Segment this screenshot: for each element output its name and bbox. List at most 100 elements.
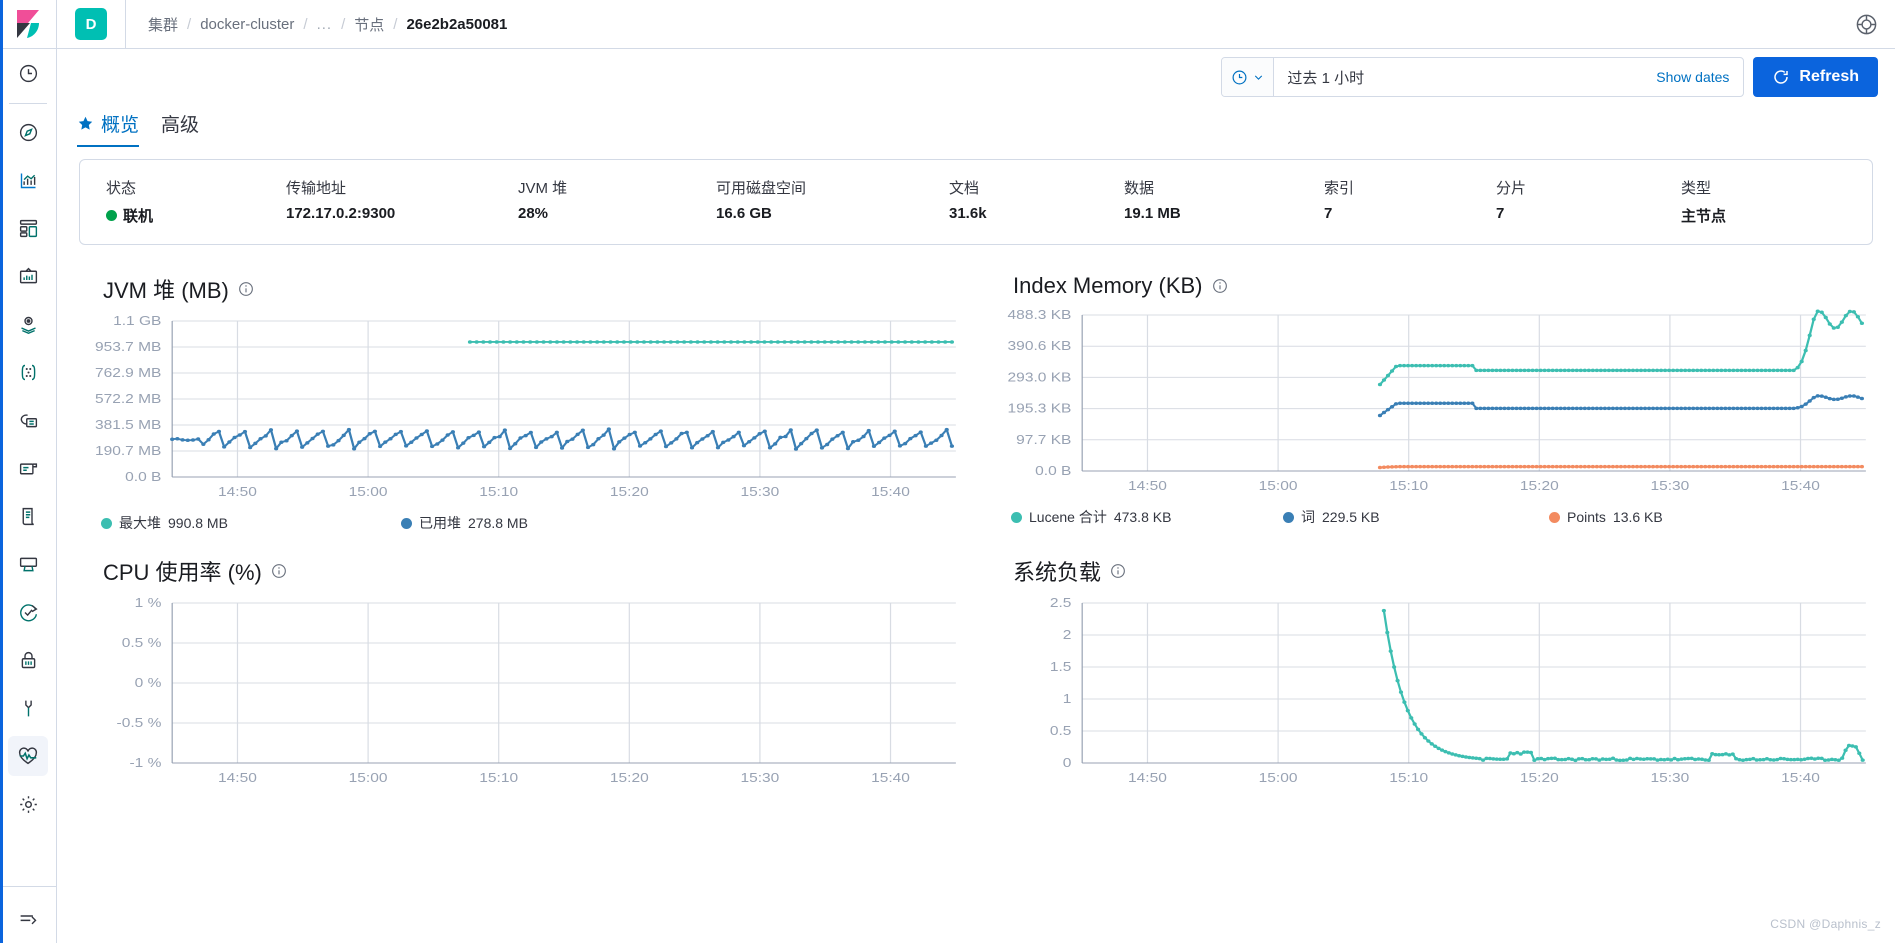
- summary-cell-shards: 分片 7: [1470, 177, 1655, 226]
- rail-bottom-group: [0, 886, 57, 943]
- svg-text:-0.5 %: -0.5 %: [117, 716, 162, 731]
- sidebar-item-recent[interactable]: [8, 53, 48, 93]
- sidebar-item-apm[interactable]: [8, 496, 48, 536]
- help-circle-icon[interactable]: [1851, 9, 1881, 39]
- legend-item-used-heap[interactable]: 已用堆 278.8 MB: [401, 513, 528, 533]
- wrench-icon: [24, 700, 32, 716]
- svg-text:390.6 KB: 390.6 KB: [1008, 339, 1072, 354]
- summary-label: 文档: [949, 180, 980, 197]
- svg-text:15:30: 15:30: [1650, 771, 1689, 786]
- legend-item-max-heap[interactable]: 最大堆 990.8 MB: [101, 513, 401, 533]
- breadcrumb-item-nodes[interactable]: 节点: [354, 14, 384, 35]
- sidebar-item-devtools[interactable]: [8, 688, 48, 728]
- chart-plot-cpu-utilization[interactable]: 1 % 0.5 % 0 % -0.5 % -1 % 14:50 15:00 15:10 15:2…: [79, 597, 963, 793]
- legend-item-terms[interactable]: 词 229.5 KB: [1283, 507, 1549, 527]
- legend-label: 已用堆: [419, 515, 461, 531]
- summary-label: 类型: [1681, 180, 1712, 197]
- jvm-heap-svg: 1.1 GB 953.7 MB 762.9 MB 572.2 MB 381.5 MB 19…: [95, 315, 956, 500]
- info-circle-glyph: [238, 282, 253, 296]
- sidebar-item-siem[interactable]: [8, 592, 48, 632]
- svg-text:15:00: 15:00: [1259, 771, 1298, 786]
- info-icon[interactable]: [271, 563, 287, 579]
- sidebar-item-visualize[interactable]: [8, 160, 48, 200]
- time-range-value[interactable]: 过去 1 小时: [1274, 67, 1642, 88]
- legend-value: 13.6 KB: [1612, 509, 1663, 525]
- main-column: D 集群 / docker-cluster / ... / 节点 / 26e2b…: [57, 0, 1895, 943]
- sidebar-item-monitoring[interactable]: [8, 736, 48, 776]
- legend-color-dot: [401, 517, 412, 529]
- sidebar-collapse-toggle[interactable]: [8, 899, 48, 939]
- time-picker-quick-menu-button[interactable]: [1222, 58, 1275, 96]
- sidebar-item-security[interactable]: [8, 640, 48, 680]
- rail-recent-group: [0, 49, 57, 108]
- sidebar-item-management[interactable]: [8, 784, 48, 824]
- chart-legend-index-memory: Lucene 合计 473.8 KB 词 229.5 KB Points 13.…: [989, 501, 1873, 529]
- sidebar-item-maps[interactable]: [8, 304, 48, 344]
- index-memory-svg: 488.3 KB 390.6 KB 293.0 KB 195.3 KB 97.7 KB 0…: [1008, 309, 1866, 494]
- tab-advanced[interactable]: 高级: [161, 110, 199, 147]
- breadcrumb-separator: /: [393, 15, 398, 33]
- refresh-button[interactable]: Refresh: [1753, 57, 1878, 97]
- tab-overview[interactable]: 概览: [77, 110, 140, 147]
- svg-text:0.0 B: 0.0 B: [125, 470, 161, 485]
- show-dates-button[interactable]: Show dates: [1642, 69, 1743, 85]
- top-header-bar: D 集群 / docker-cluster / ... / 节点 / 26e2b…: [57, 0, 1895, 49]
- cpu-utilization-svg: 1 % 0.5 % 0 % -0.5 % -1 % 14:50 15:00 15:10 15:2…: [117, 597, 956, 786]
- collapse-icon: [20, 914, 36, 924]
- breadcrumb-item-cluster[interactable]: 集群: [148, 14, 178, 35]
- kibana-logo[interactable]: [0, 0, 57, 49]
- star-icon: [78, 116, 93, 130]
- info-icon[interactable]: [1110, 563, 1126, 579]
- svg-text:1.5: 1.5: [1050, 660, 1072, 675]
- primary-navigation-rail[interactable]: [0, 0, 57, 943]
- svg-text:195.3 KB: 195.3 KB: [1008, 402, 1072, 417]
- rail-bottom-divider: [0, 886, 57, 887]
- sidebar-item-uptime[interactable]: [8, 544, 48, 584]
- svg-text:15:40: 15:40: [1781, 479, 1820, 494]
- sidebar-item-discover[interactable]: [8, 112, 48, 152]
- summary-cell-status: 状态 联机: [80, 177, 260, 226]
- legend-item-points[interactable]: Points 13.6 KB: [1549, 507, 1663, 527]
- gear-icon: [19, 795, 37, 813]
- legend-label: 词: [1301, 509, 1315, 525]
- rail-apps-group: [0, 108, 57, 828]
- discover-compass-icon: [19, 123, 37, 141]
- sidebar-item-dashboard[interactable]: [8, 208, 48, 248]
- chart-legend-jvm-heap: 最大堆 990.8 MB 已用堆 278.8 MB: [79, 507, 963, 535]
- svg-text:0.5: 0.5: [1050, 724, 1072, 739]
- chart-plot-index-memory[interactable]: 488.3 KB 390.6 KB 293.0 KB 195.3 KB 97.7 KB 0…: [989, 309, 1873, 501]
- svg-text:15:40: 15:40: [871, 485, 910, 500]
- summary-label: 数据: [1124, 180, 1155, 197]
- help-circle-glyph: [1856, 14, 1876, 34]
- sidebar-item-machine-learning[interactable]: [8, 352, 48, 392]
- time-picker[interactable]: 过去 1 小时 Show dates: [1221, 57, 1745, 97]
- svg-text:15:30: 15:30: [740, 485, 779, 500]
- canvas-frame-icon: [19, 267, 37, 283]
- svg-text:15:00: 15:00: [1259, 479, 1298, 494]
- breadcrumb-item-docker-cluster[interactable]: docker-cluster: [200, 16, 294, 33]
- sidebar-item-infrastructure[interactable]: [8, 400, 48, 440]
- svg-text:572.2 MB: 572.2 MB: [95, 392, 161, 407]
- svg-text:15:20: 15:20: [1520, 771, 1559, 786]
- summary-cell-data: 数据 19.1 MB: [1098, 177, 1298, 226]
- info-icon[interactable]: [238, 281, 254, 297]
- chevron-down-icon: [1254, 74, 1263, 80]
- sidebar-item-canvas[interactable]: [8, 256, 48, 296]
- sidebar-item-logs[interactable]: [8, 448, 48, 488]
- breadcrumb-item-node-id: 26e2b2a50081: [406, 15, 508, 33]
- summary-label: 可用磁盘空间: [716, 180, 807, 197]
- legend-item-lucene-total[interactable]: Lucene 合计 473.8 KB: [1011, 507, 1283, 527]
- chart-plot-jvm-heap[interactable]: 1.1 GB 953.7 MB 762.9 MB 572.2 MB 381.5 MB 19…: [79, 315, 963, 507]
- svg-text:15:30: 15:30: [740, 771, 779, 786]
- status-badge: 联机: [106, 205, 260, 226]
- info-icon[interactable]: [1212, 278, 1228, 294]
- svg-text:15:10: 15:10: [479, 771, 518, 786]
- kibana-logo-icon: [17, 10, 39, 38]
- recent-clock-icon: [19, 64, 37, 82]
- svg-text:15:10: 15:10: [1389, 479, 1428, 494]
- summary-value: 7: [1496, 205, 1505, 222]
- space-avatar[interactable]: D: [75, 8, 107, 40]
- breadcrumb-item-ellipsis[interactable]: ...: [317, 16, 333, 33]
- page-content: 状态 联机 传输地址 172.17.0.2:9300 JVM 堆 28% 可用磁…: [57, 147, 1895, 943]
- chart-plot-system-load[interactable]: 2.5 2 1.5 1 0.5 0 14:50 15:00 15:10 15:20 15:30 15:…: [989, 597, 1873, 793]
